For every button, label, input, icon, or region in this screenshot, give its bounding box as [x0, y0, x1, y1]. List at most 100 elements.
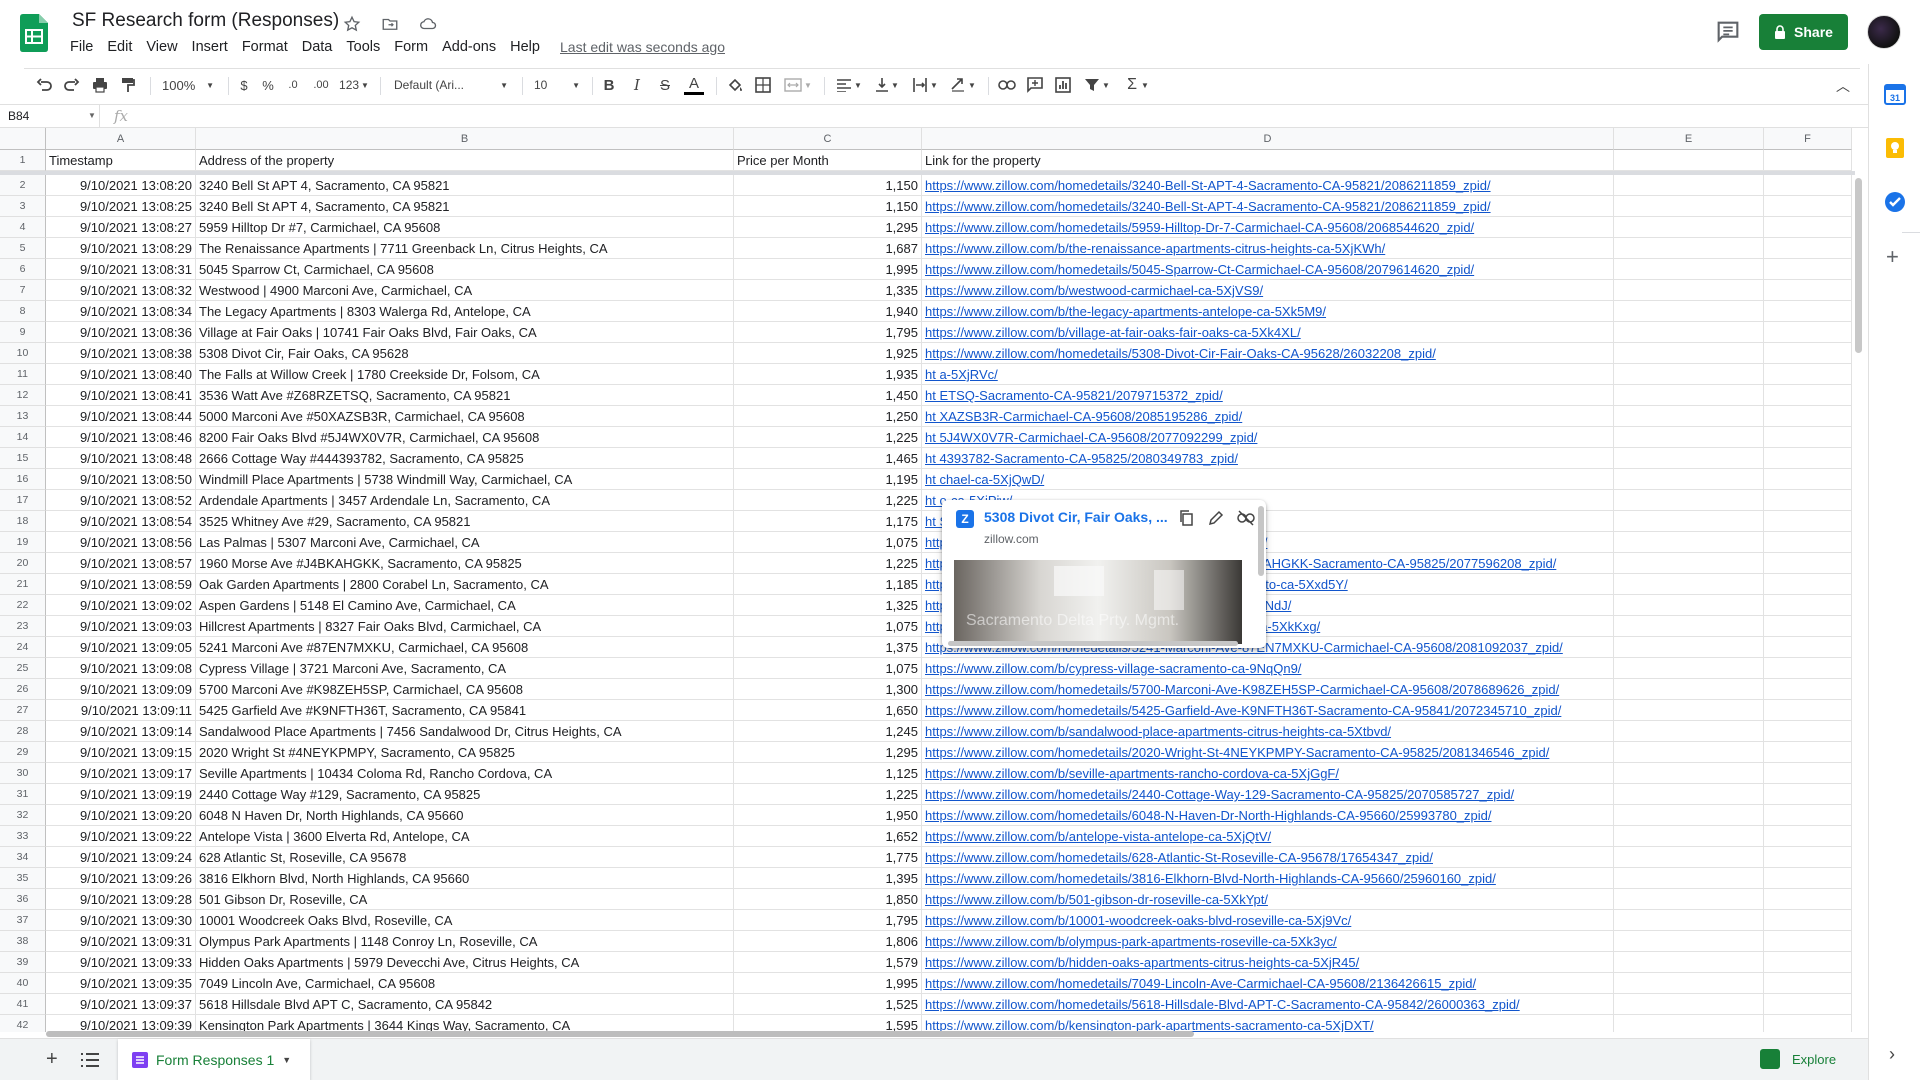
all-sheets-menu-icon[interactable] [80, 1051, 100, 1069]
price-cell[interactable]: 1,325 [734, 595, 922, 616]
price-cell[interactable]: 1,335 [734, 280, 922, 301]
menu-view[interactable]: View [139, 37, 184, 57]
timestamp-cell[interactable]: 9/10/2021 13:08:31 [46, 259, 196, 280]
cell[interactable] [1614, 150, 1764, 171]
empty-cell[interactable] [1764, 490, 1852, 511]
link-cell[interactable]: https://www.zillow.com/b/westwood-carmic… [922, 280, 1614, 301]
timestamp-cell[interactable]: 9/10/2021 13:09:03 [46, 616, 196, 637]
empty-cell[interactable] [1614, 784, 1764, 805]
filter-icon[interactable]: ▼ [1080, 73, 1114, 97]
empty-cell[interactable] [1764, 175, 1852, 196]
empty-cell[interactable] [1764, 448, 1852, 469]
timestamp-cell[interactable]: 9/10/2021 13:09:30 [46, 910, 196, 931]
empty-cell[interactable] [1764, 763, 1852, 784]
empty-cell[interactable] [1764, 637, 1852, 658]
empty-cell[interactable] [1764, 322, 1852, 343]
empty-cell[interactable] [1764, 973, 1852, 994]
empty-cell[interactable] [1614, 322, 1764, 343]
timestamp-cell[interactable]: 9/10/2021 13:08:59 [46, 574, 196, 595]
empty-cell[interactable] [1614, 847, 1764, 868]
link-cell[interactable]: ht ETSQ-Sacramento-CA-95821/2079715372_z… [922, 385, 1614, 406]
horizontal-scrollbar-thumb[interactable] [46, 1031, 1194, 1037]
currency-format-button[interactable]: $ [234, 73, 254, 97]
row-header[interactable]: 33 [0, 826, 46, 847]
price-cell[interactable]: 1,950 [734, 805, 922, 826]
row-header[interactable]: 19 [0, 532, 46, 553]
address-cell[interactable]: Village at Fair Oaks | 10741 Fair Oaks B… [196, 322, 734, 343]
address-cell[interactable]: The Legacy Apartments | 8303 Walerga Rd,… [196, 301, 734, 322]
timestamp-cell[interactable]: 9/10/2021 13:08:20 [46, 175, 196, 196]
link-cell[interactable]: ht a-5XjRVc/ [922, 364, 1614, 385]
empty-cell[interactable] [1614, 595, 1764, 616]
empty-cell[interactable] [1764, 574, 1852, 595]
address-cell[interactable]: 3525 Whitney Ave #29, Sacramento, CA 958… [196, 511, 734, 532]
empty-cell[interactable] [1614, 868, 1764, 889]
timestamp-cell[interactable]: 9/10/2021 13:09:05 [46, 637, 196, 658]
timestamp-cell[interactable]: 9/10/2021 13:09:15 [46, 742, 196, 763]
menu-form[interactable]: Form [387, 37, 435, 57]
header-cell-timestamp[interactable]: Timestamp [46, 150, 196, 171]
copy-link-icon[interactable] [1176, 508, 1196, 528]
price-cell[interactable]: 1,687 [734, 238, 922, 259]
timestamp-cell[interactable]: 9/10/2021 13:09:20 [46, 805, 196, 826]
timestamp-cell[interactable]: 9/10/2021 13:09:24 [46, 847, 196, 868]
empty-cell[interactable] [1614, 952, 1764, 973]
empty-cell[interactable] [1764, 595, 1852, 616]
column-header-a[interactable]: A [46, 128, 196, 150]
remove-link-icon[interactable] [1236, 508, 1256, 528]
empty-cell[interactable] [1764, 385, 1852, 406]
timestamp-cell[interactable]: 9/10/2021 13:09:09 [46, 679, 196, 700]
cloud-status-icon[interactable] [416, 12, 440, 36]
price-cell[interactable]: 1,295 [734, 217, 922, 238]
price-cell[interactable]: 1,075 [734, 658, 922, 679]
address-cell[interactable]: Oak Garden Apartments | 2800 Corabel Ln,… [196, 574, 734, 595]
header-cell-price[interactable]: Price per Month [734, 150, 922, 171]
timestamp-cell[interactable]: 9/10/2021 13:08:44 [46, 406, 196, 427]
empty-cell[interactable] [1764, 238, 1852, 259]
price-cell[interactable]: 1,225 [734, 490, 922, 511]
address-cell[interactable]: 8200 Fair Oaks Blvd #5J4WX0V7R, Carmicha… [196, 427, 734, 448]
share-button[interactable]: Share [1759, 14, 1848, 50]
row-header[interactable]: 11 [0, 364, 46, 385]
calendar-icon[interactable]: 31 [1883, 82, 1907, 106]
empty-cell[interactable] [1614, 658, 1764, 679]
vertical-align-icon[interactable]: ▼ [870, 73, 904, 97]
address-cell[interactable]: 2666 Cottage Way #444393782, Sacramento,… [196, 448, 734, 469]
empty-cell[interactable] [1764, 721, 1852, 742]
timestamp-cell[interactable]: 9/10/2021 13:09:14 [46, 721, 196, 742]
undo-icon[interactable] [32, 73, 56, 97]
last-edit-link[interactable]: Last edit was seconds ago [560, 39, 725, 55]
address-cell[interactable]: 3240 Bell St APT 4, Sacramento, CA 95821 [196, 175, 734, 196]
row-header[interactable]: 12 [0, 385, 46, 406]
empty-cell[interactable] [1764, 553, 1852, 574]
row-header[interactable]: 40 [0, 973, 46, 994]
column-header-c[interactable]: C [734, 128, 922, 150]
empty-cell[interactable] [1614, 679, 1764, 700]
move-folder-icon[interactable] [378, 12, 402, 36]
empty-cell[interactable] [1614, 448, 1764, 469]
empty-cell[interactable] [1614, 406, 1764, 427]
popup-horizontal-scrollbar[interactable] [948, 641, 1238, 646]
price-cell[interactable]: 1,579 [734, 952, 922, 973]
price-cell[interactable]: 1,925 [734, 343, 922, 364]
empty-cell[interactable] [1614, 217, 1764, 238]
address-cell[interactable]: Ardendale Apartments | 3457 Ardendale Ln… [196, 490, 734, 511]
row-header[interactable]: 26 [0, 679, 46, 700]
empty-cell[interactable] [1764, 826, 1852, 847]
empty-cell[interactable] [1764, 301, 1852, 322]
vertical-scrollbar-thumb[interactable] [1855, 178, 1862, 353]
row-header[interactable]: 1 [0, 150, 46, 171]
bold-button[interactable]: B [598, 73, 620, 97]
empty-cell[interactable] [1614, 364, 1764, 385]
empty-cell[interactable] [1764, 469, 1852, 490]
price-cell[interactable]: 1,465 [734, 448, 922, 469]
empty-cell[interactable] [1764, 931, 1852, 952]
insert-chart-icon[interactable] [1052, 73, 1074, 97]
row-header[interactable]: 15 [0, 448, 46, 469]
empty-cell[interactable] [1764, 784, 1852, 805]
empty-cell[interactable] [1614, 511, 1764, 532]
link-cell[interactable]: https://www.zillow.com/homedetails/2020-… [922, 742, 1614, 763]
insert-comment-icon[interactable] [1024, 73, 1046, 97]
column-header-e[interactable]: E [1614, 128, 1764, 150]
address-cell[interactable]: 7049 Lincoln Ave, Carmichael, CA 95608 [196, 973, 734, 994]
